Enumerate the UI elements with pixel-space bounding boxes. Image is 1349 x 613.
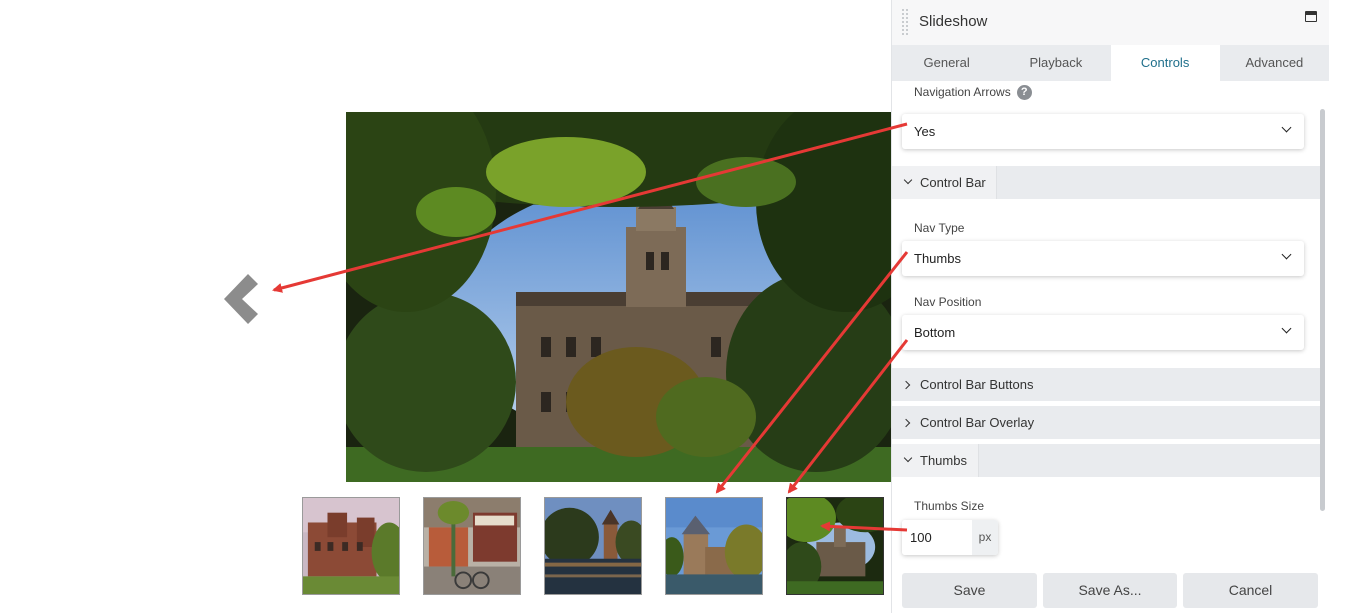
tab-bar: General Playback Controls Advanced: [892, 45, 1329, 81]
nav-type-select[interactable]: Thumbs: [902, 241, 1304, 276]
save-as-button[interactable]: Save As...: [1043, 573, 1177, 608]
panel-title: Slideshow: [919, 13, 988, 30]
nav-position-select[interactable]: Bottom: [902, 315, 1304, 350]
section-control-bar[interactable]: Control Bar: [892, 166, 1323, 199]
section-thumbs-label: Thumbs: [920, 453, 967, 468]
maximize-icon[interactable]: [1305, 11, 1317, 22]
drag-handle-icon[interactable]: [901, 8, 909, 36]
navigation-arrows-value: Yes: [914, 124, 936, 139]
panel-body: Navigation Arrows? Yes Control Bar Nav T…: [892, 81, 1329, 568]
slideshow-preview: [0, 0, 891, 613]
panel-footer: Save Save As... Cancel: [892, 568, 1329, 613]
thumbnail-5-active[interactable]: [786, 497, 884, 595]
tab-general[interactable]: General: [892, 45, 1001, 81]
thumbs-size-label: Thumbs Size: [914, 499, 985, 513]
tab-controls[interactable]: Controls: [1110, 45, 1220, 81]
chevron-left-icon: [224, 274, 258, 324]
caret-right-icon: [901, 380, 911, 390]
save-button[interactable]: Save: [902, 573, 1037, 608]
section-control-bar-buttons-label: Control Bar Buttons: [920, 377, 1034, 392]
chevron-down-icon: [1281, 323, 1292, 334]
navigation-arrows-label-text: Navigation Arrows: [914, 85, 1011, 99]
panel-header: Slideshow: [892, 0, 1329, 45]
thumbs-size-input[interactable]: [902, 520, 972, 555]
thumbnail-3[interactable]: [544, 497, 642, 595]
nav-type-label: Nav Type: [914, 221, 965, 235]
nav-position-value: Bottom: [914, 325, 956, 340]
tab-advanced[interactable]: Advanced: [1220, 45, 1329, 81]
nav-position-label: Nav Position: [914, 295, 982, 309]
panel-scrollbar[interactable]: [1320, 109, 1325, 511]
tab-playback[interactable]: Playback: [1001, 45, 1110, 81]
navigation-arrows-select[interactable]: Yes: [902, 114, 1304, 149]
thumbs-size-field: px: [902, 520, 998, 555]
thumbnail-1[interactable]: [302, 497, 400, 595]
thumbnail-2[interactable]: [423, 497, 521, 595]
thumbnail-4[interactable]: [665, 497, 763, 595]
prev-slide-button[interactable]: [222, 272, 262, 326]
chevron-down-icon: [1281, 249, 1292, 260]
cancel-button[interactable]: Cancel: [1183, 573, 1318, 608]
thumbs-size-unit: px: [972, 520, 998, 555]
section-control-bar-buttons[interactable]: Control Bar Buttons: [892, 368, 1323, 401]
question-icon[interactable]: ?: [1016, 85, 1032, 101]
settings-panel: Slideshow General Playback Controls Adva…: [891, 0, 1329, 613]
section-control-bar-label: Control Bar: [920, 175, 986, 190]
caret-right-icon: [901, 418, 911, 428]
main-slide-image: [346, 112, 891, 482]
nav-type-value: Thumbs: [914, 251, 961, 266]
section-thumbs[interactable]: Thumbs: [892, 444, 1323, 477]
chevron-down-icon: [1281, 122, 1292, 133]
section-control-bar-overlay[interactable]: Control Bar Overlay: [892, 406, 1323, 439]
section-control-bar-overlay-label: Control Bar Overlay: [920, 415, 1035, 430]
navigation-arrows-label: Navigation Arrows?: [914, 85, 1032, 101]
